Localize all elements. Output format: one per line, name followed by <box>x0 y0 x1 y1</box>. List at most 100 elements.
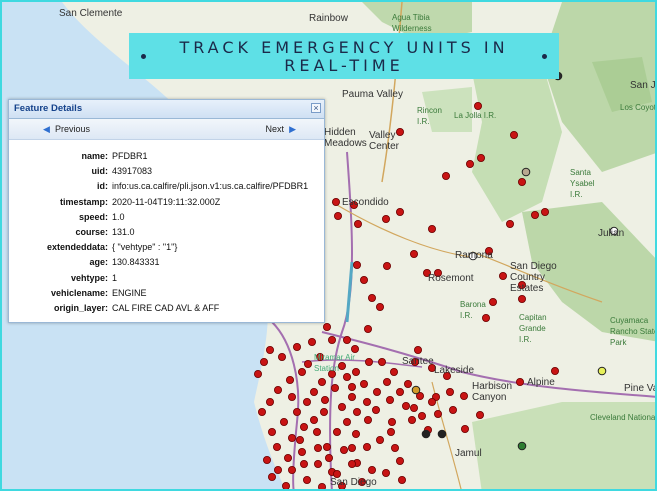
unit-marker[interactable] <box>287 465 296 474</box>
unit-marker[interactable] <box>386 427 395 436</box>
unit-marker[interactable] <box>367 465 376 474</box>
unit-marker[interactable] <box>465 159 474 168</box>
unit-marker[interactable] <box>342 335 351 344</box>
unit-marker[interactable] <box>475 410 484 419</box>
unit-marker[interactable] <box>551 366 560 375</box>
unit-marker[interactable] <box>312 427 321 436</box>
unit-marker[interactable] <box>339 445 348 454</box>
unit-marker[interactable] <box>437 429 447 439</box>
unit-marker[interactable] <box>473 102 482 111</box>
unit-marker[interactable] <box>299 422 308 431</box>
unit-marker[interactable] <box>363 415 372 424</box>
unit-marker[interactable] <box>292 407 301 416</box>
unit-marker[interactable] <box>401 401 410 410</box>
unit-marker[interactable] <box>331 197 340 206</box>
unit-marker[interactable] <box>352 260 361 269</box>
unit-marker[interactable] <box>445 387 454 396</box>
unit-marker[interactable] <box>459 391 468 400</box>
unit-marker[interactable] <box>417 411 426 420</box>
unit-marker[interactable] <box>413 345 422 354</box>
unit-marker[interactable] <box>395 387 404 396</box>
unit-marker[interactable] <box>292 342 301 351</box>
unit-marker[interactable] <box>516 377 525 386</box>
unit-marker[interactable] <box>460 424 469 433</box>
unit-marker[interactable] <box>265 397 274 406</box>
unit-marker[interactable] <box>267 472 276 481</box>
unit-marker[interactable] <box>498 271 507 280</box>
unit-marker[interactable] <box>287 392 296 401</box>
unit-marker[interactable] <box>409 403 418 412</box>
unit-marker[interactable] <box>262 455 271 464</box>
unit-marker[interactable] <box>342 417 351 426</box>
unit-marker[interactable] <box>433 409 442 418</box>
previous-button[interactable]: ◀ Previous <box>43 124 90 135</box>
unit-marker[interactable] <box>332 427 341 436</box>
unit-marker[interactable] <box>509 130 518 139</box>
unit-marker[interactable] <box>395 456 404 465</box>
unit-marker[interactable] <box>319 407 328 416</box>
unit-marker[interactable] <box>259 357 268 366</box>
unit-marker[interactable] <box>397 475 406 484</box>
unit-marker[interactable] <box>597 366 607 376</box>
unit-marker[interactable] <box>267 427 276 436</box>
unit-marker[interactable] <box>283 453 292 462</box>
unit-marker[interactable] <box>297 367 306 376</box>
unit-marker[interactable] <box>362 442 371 451</box>
unit-marker[interactable] <box>518 294 527 303</box>
map-view[interactable]: San Clemente Rainbow Agua Tibia Wilderne… <box>0 0 657 491</box>
unit-marker[interactable] <box>297 447 306 456</box>
unit-marker[interactable] <box>427 224 436 233</box>
unit-marker[interactable] <box>333 211 342 220</box>
unit-marker[interactable] <box>299 459 308 468</box>
unit-marker[interactable] <box>375 302 384 311</box>
unit-marker[interactable] <box>375 435 384 444</box>
unit-marker[interactable] <box>322 322 331 331</box>
unit-marker[interactable] <box>303 359 312 368</box>
close-button[interactable]: × <box>311 103 321 113</box>
unit-marker[interactable] <box>320 395 329 404</box>
unit-marker[interactable] <box>273 385 282 394</box>
unit-marker[interactable] <box>427 397 436 406</box>
next-button[interactable]: Next ▶ <box>266 124 296 135</box>
unit-marker[interactable] <box>352 407 361 416</box>
unit-marker[interactable] <box>322 442 331 451</box>
unit-marker[interactable] <box>371 405 380 414</box>
unit-marker[interactable] <box>441 171 450 180</box>
unit-marker[interactable] <box>347 443 356 452</box>
unit-marker[interactable] <box>317 377 326 386</box>
unit-marker[interactable] <box>409 249 418 258</box>
unit-marker[interactable] <box>257 407 266 416</box>
unit-marker[interactable] <box>476 153 485 162</box>
unit-marker[interactable] <box>313 459 322 468</box>
unit-marker[interactable] <box>390 443 399 452</box>
unit-marker[interactable] <box>421 429 431 439</box>
unit-marker[interactable] <box>309 387 318 396</box>
unit-marker[interactable] <box>337 402 346 411</box>
unit-marker[interactable] <box>372 387 381 396</box>
unit-marker[interactable] <box>330 383 339 392</box>
unit-marker[interactable] <box>287 433 296 442</box>
unit-marker[interactable] <box>389 367 398 376</box>
unit-marker[interactable] <box>302 397 311 406</box>
unit-marker[interactable] <box>313 443 322 452</box>
unit-marker[interactable] <box>367 293 376 302</box>
unit-marker[interactable] <box>318 483 326 490</box>
unit-marker[interactable] <box>385 395 394 404</box>
unit-marker[interactable] <box>347 459 356 468</box>
unit-marker[interactable] <box>309 415 318 424</box>
unit-marker[interactable] <box>381 214 390 223</box>
unit-marker[interactable] <box>353 219 362 228</box>
unit-marker[interactable] <box>351 429 360 438</box>
unit-marker[interactable] <box>505 219 514 228</box>
unit-marker[interactable] <box>387 417 396 426</box>
unit-marker[interactable] <box>407 415 416 424</box>
unit-marker[interactable] <box>382 377 391 386</box>
unit-marker[interactable] <box>279 417 288 426</box>
unit-marker[interactable] <box>403 379 412 388</box>
unit-marker[interactable] <box>302 475 311 484</box>
unit-marker[interactable] <box>359 275 368 284</box>
unit-marker[interactable] <box>265 345 274 354</box>
unit-marker[interactable] <box>285 375 294 384</box>
unit-marker[interactable] <box>307 337 316 346</box>
unit-marker[interactable] <box>359 379 368 388</box>
